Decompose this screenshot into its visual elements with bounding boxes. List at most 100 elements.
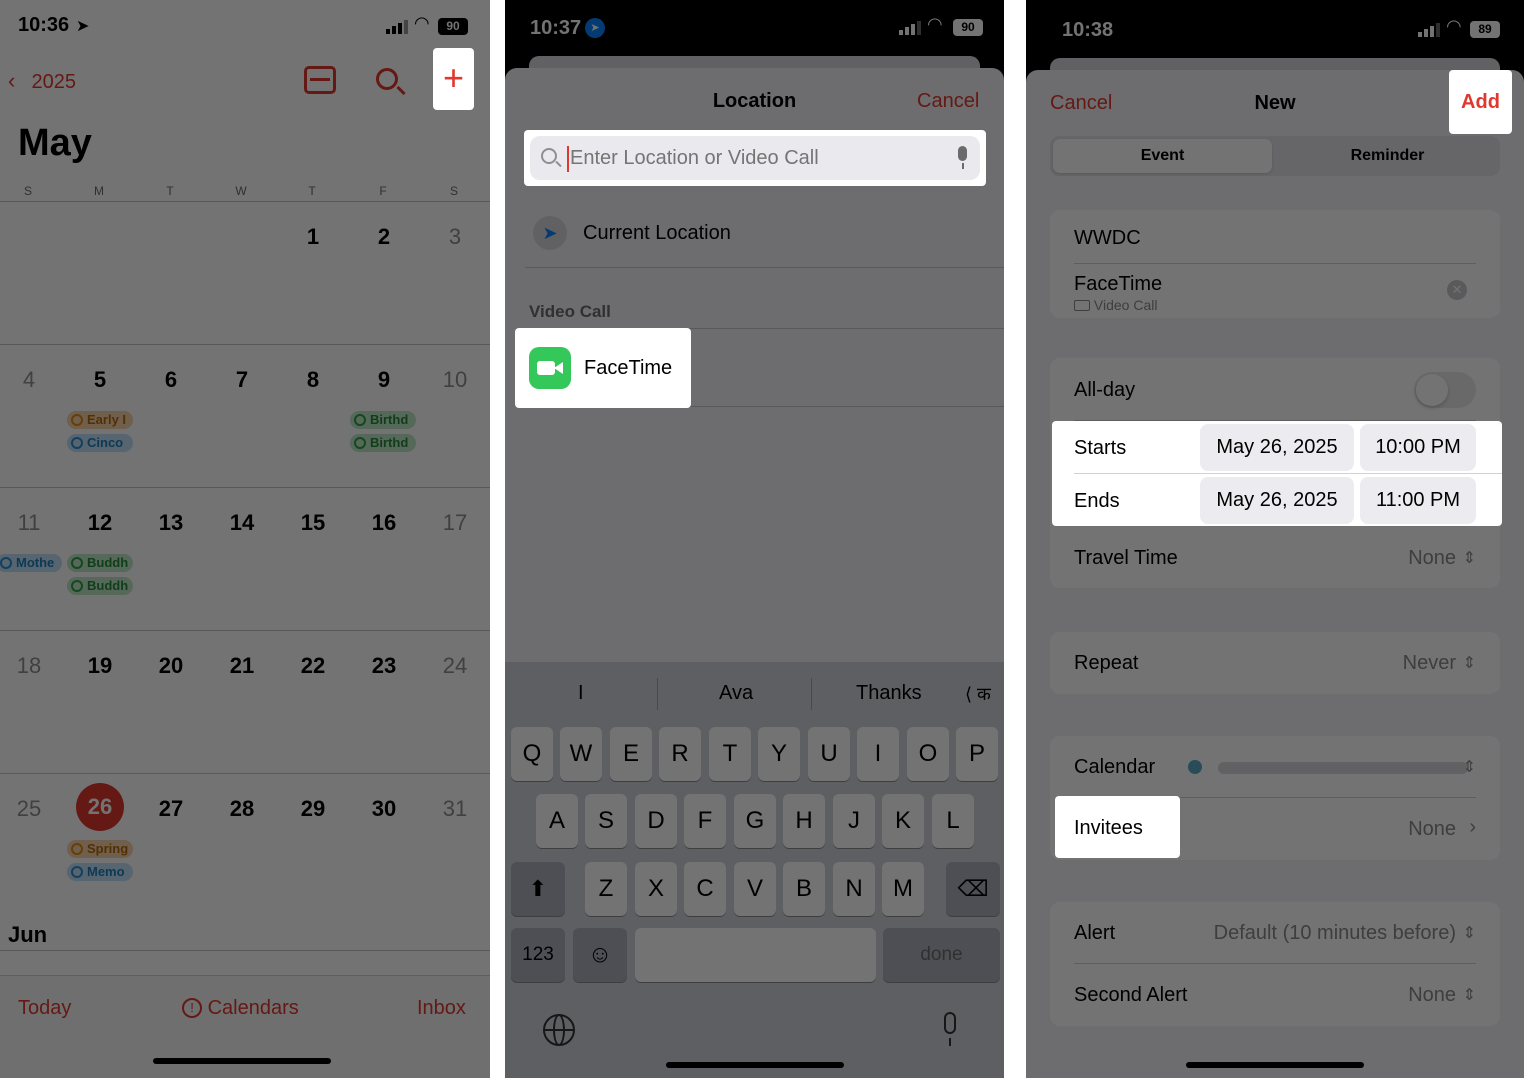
segment-reminder[interactable]: Reminder [1278, 139, 1497, 173]
day-cell[interactable]: 23 [354, 653, 414, 679]
day-cell[interactable]: 15 [283, 510, 343, 536]
key[interactable]: V [734, 862, 776, 916]
day-cell[interactable]: 20 [141, 653, 201, 679]
location-search-input[interactable] [570, 142, 940, 174]
day-cell[interactable]: 3 [425, 224, 485, 250]
space-key[interactable] [635, 928, 876, 982]
key[interactable]: N [833, 862, 875, 916]
event-chip[interactable]: Buddh [67, 554, 133, 572]
microphone-icon[interactable] [956, 146, 970, 170]
segment-event[interactable]: Event [1053, 139, 1272, 173]
day-cell[interactable]: 25 [0, 796, 59, 822]
key[interactable]: Q [511, 727, 553, 781]
done-key[interactable]: done [883, 928, 1000, 982]
today-marker[interactable]: 26 [76, 783, 124, 831]
calendar-name-redacted[interactable] [1218, 762, 1468, 774]
day-cell[interactable]: 8 [283, 367, 343, 393]
day-cell[interactable]: 10 [425, 367, 485, 393]
end-time-button[interactable]: 11:00 PM [1360, 477, 1476, 524]
day-cell[interactable]: 1 [283, 224, 343, 250]
key[interactable]: Z [585, 862, 627, 916]
current-location-row[interactable]: ➤ Current Location [525, 198, 1004, 268]
day-cell[interactable]: 22 [283, 653, 343, 679]
inbox-button[interactable]: Inbox [417, 997, 466, 1020]
day-cell[interactable]: 17 [425, 510, 485, 536]
calendars-button[interactable]: ! Calendars [182, 997, 299, 1020]
event-chip[interactable]: Birthd [350, 434, 416, 452]
cancel-button[interactable]: Cancel [917, 90, 979, 113]
dictation-mic-icon[interactable] [940, 1012, 960, 1048]
event-title-field[interactable]: WWDC [1074, 227, 1141, 250]
day-cell[interactable]: 27 [141, 796, 201, 822]
alert-value[interactable]: Default (10 minutes before) [1214, 922, 1456, 945]
day-cell[interactable]: 9 [354, 367, 414, 393]
day-cell[interactable]: 28 [212, 796, 272, 822]
event-chip[interactable]: Buddh [67, 577, 133, 595]
key[interactable]: I [857, 727, 899, 781]
backspace-key[interactable]: ⌫ [946, 862, 1000, 916]
day-cell[interactable]: 7 [212, 367, 272, 393]
globe-icon[interactable] [543, 1014, 575, 1046]
day-cell[interactable]: 12 [70, 510, 130, 536]
suggestion-item[interactable]: I [578, 682, 584, 705]
event-chip[interactable]: Cinco [67, 434, 133, 452]
day-cell[interactable]: 2 [354, 224, 414, 250]
day-cell[interactable]: 21 [212, 653, 272, 679]
location-name[interactable]: FaceTime [1074, 273, 1162, 296]
event-chip[interactable]: Early I [67, 411, 133, 429]
shift-key[interactable]: ⬆ [511, 862, 565, 916]
facetime-option[interactable]: FaceTime [515, 328, 691, 408]
day-cell[interactable]: 5 [70, 367, 130, 393]
travel-time-value[interactable]: None [1408, 547, 1456, 570]
day-cell[interactable]: 11 [0, 510, 59, 536]
add-event-button[interactable]: + [433, 48, 474, 110]
key[interactable]: Y [758, 727, 800, 781]
event-chip[interactable]: Birthd [350, 411, 416, 429]
start-date-button[interactable]: May 26, 2025 [1200, 424, 1354, 471]
day-cell[interactable]: 19 [70, 653, 130, 679]
day-cell[interactable]: 30 [354, 796, 414, 822]
key[interactable]: A [536, 794, 578, 848]
day-cell[interactable]: 14 [212, 510, 272, 536]
today-button[interactable]: Today [18, 997, 71, 1020]
event-chip[interactable]: Memo [67, 863, 133, 881]
key[interactable]: B [783, 862, 825, 916]
key[interactable]: K [882, 794, 924, 848]
list-view-icon[interactable] [304, 66, 336, 94]
day-cell[interactable]: 29 [283, 796, 343, 822]
event-chip[interactable]: Spring [67, 840, 133, 858]
key[interactable]: E [610, 727, 652, 781]
key[interactable]: C [684, 862, 726, 916]
language-suggestion[interactable]: ⟨ क [965, 682, 991, 706]
day-cell[interactable]: 6 [141, 367, 201, 393]
key[interactable]: S [585, 794, 627, 848]
key[interactable]: F [684, 794, 726, 848]
key[interactable]: O [907, 727, 949, 781]
day-cell[interactable]: 4 [0, 367, 59, 393]
clear-location-icon[interactable]: ✕ [1447, 280, 1467, 300]
key[interactable]: P [956, 727, 998, 781]
key[interactable]: R [659, 727, 701, 781]
suggestion-item[interactable]: Thanks [856, 682, 922, 705]
day-cell[interactable]: 24 [425, 653, 485, 679]
day-cell[interactable]: 31 [425, 796, 485, 822]
key[interactable]: M [882, 862, 924, 916]
repeat-value[interactable]: Never [1403, 652, 1456, 675]
key[interactable]: U [808, 727, 850, 781]
numbers-key[interactable]: 123 [511, 928, 565, 982]
second-alert-value[interactable]: None [1408, 984, 1456, 1007]
key[interactable]: X [635, 862, 677, 916]
add-button[interactable]: Add [1449, 70, 1512, 134]
all-day-toggle[interactable] [1414, 372, 1476, 408]
emoji-key[interactable]: ☺ [573, 928, 627, 982]
key[interactable]: J [833, 794, 875, 848]
key[interactable]: G [734, 794, 776, 848]
day-cell[interactable]: 16 [354, 510, 414, 536]
invitees-value[interactable]: None [1408, 818, 1456, 841]
key[interactable]: L [932, 794, 974, 848]
invitees-row[interactable]: Invitees [1055, 796, 1180, 858]
location-search-field[interactable] [530, 136, 980, 180]
key[interactable]: H [783, 794, 825, 848]
search-icon[interactable] [376, 68, 406, 96]
start-time-button[interactable]: 10:00 PM [1360, 424, 1476, 471]
